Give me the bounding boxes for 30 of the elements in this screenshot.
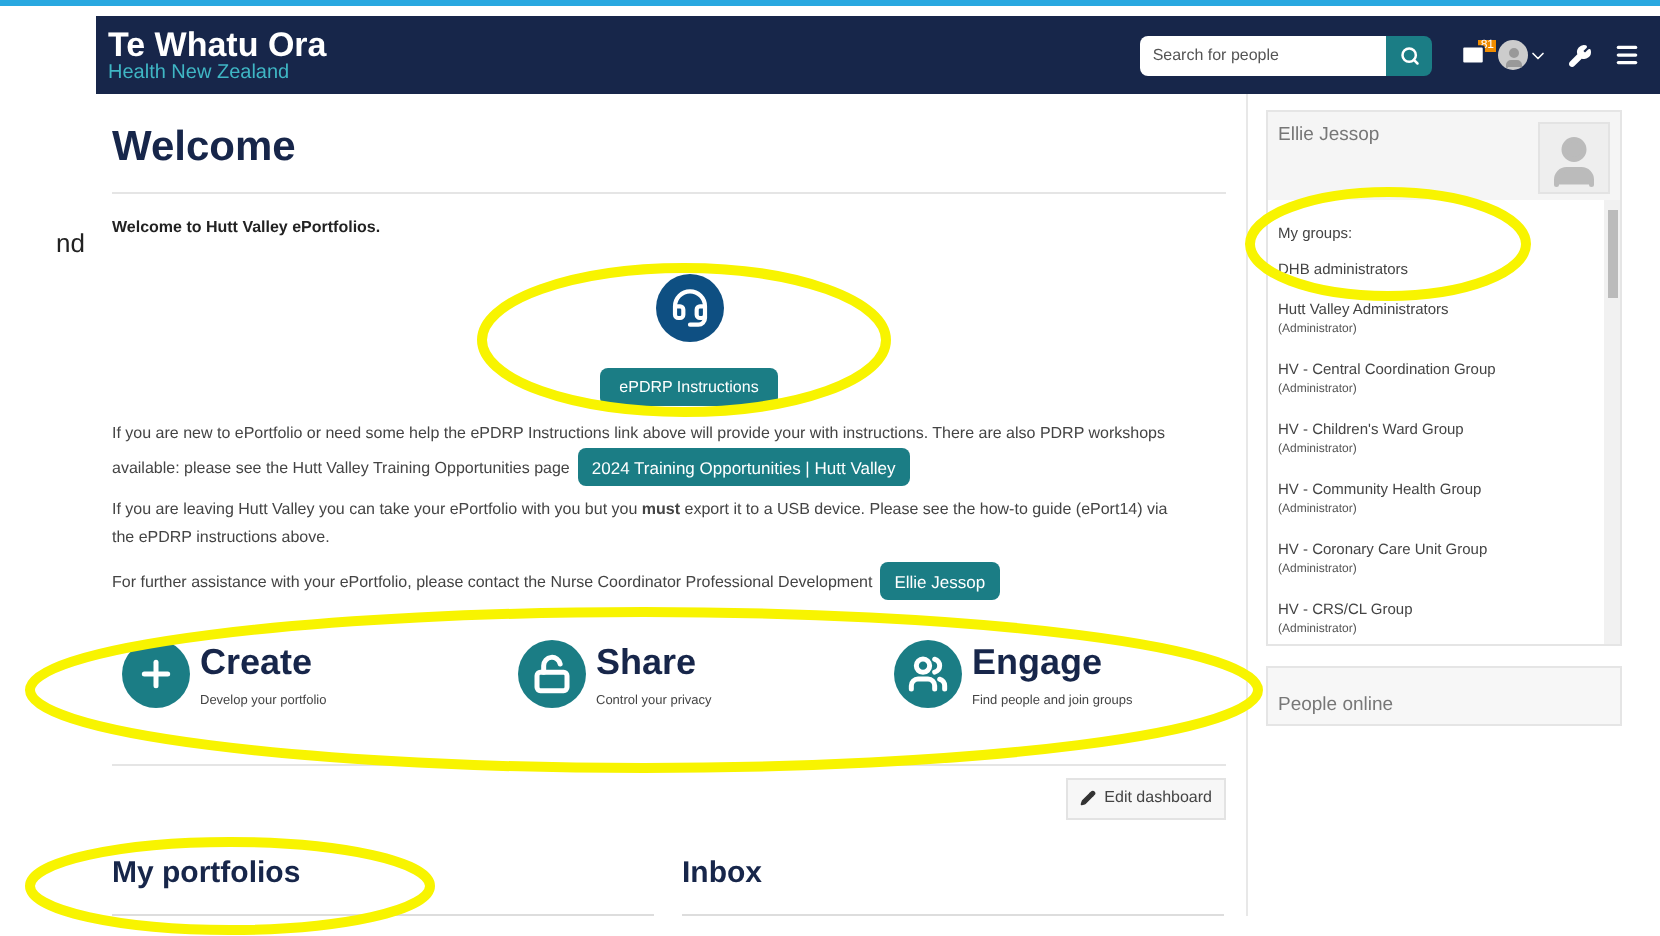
info-paragraph: For further assistance with your ePortfolio, please contact the Nurse Coordinator Professional Development Ellie Jessop — [112, 562, 1182, 600]
section-heading: Inbox — [682, 853, 764, 894]
pencil-icon — [1080, 790, 1097, 807]
user-silhouette-icon — [1538, 122, 1610, 194]
cut-off-text: nd — [56, 226, 85, 262]
instructions-button[interactable]: ePDRP Instructions — [599, 368, 779, 406]
section-heading: My portfolios — [112, 853, 303, 894]
menu-icon[interactable] — [1614, 42, 1640, 68]
info-paragraph: If you are leaving Hutt Valley you can take your ePortfolio with you but you must export it to a USB device. Please see the how-to guide (ePort14) via the ePDRP instructions above. — [112, 498, 1170, 550]
page-title: Welcome — [112, 126, 298, 168]
logo-subtitle: Health New Zealand — [108, 63, 292, 83]
welcome-text: Welcome to Hutt Valley ePortfolios. — [112, 216, 383, 240]
scrollbar[interactable] — [1604, 200, 1620, 644]
feature-title[interactable]: Share — [596, 640, 712, 684]
headset-icon — [655, 274, 723, 342]
wrench-icon[interactable] — [1568, 43, 1592, 67]
avatar-icon[interactable] — [1498, 40, 1528, 70]
info-paragraph: If you are new to ePortfolio or need some help the ePDRP Instructions link above will provide your with instructions. There are also PDRP workshops available: please see the Hutt Valley Training Opportunities page 2024 Training Opportunities | Hutt Valley — [112, 420, 1182, 486]
search-icon — [1399, 45, 1420, 65]
unlocked-padlock-icon — [518, 640, 586, 708]
search-field[interactable]: Search for people — [1140, 35, 1387, 75]
people-icon — [894, 640, 962, 708]
link-button[interactable]: Ellie Jessop — [880, 562, 1000, 600]
logo-title: Te Whatu Ora — [108, 27, 327, 61]
card-title: People online — [1278, 694, 1394, 716]
link-button[interactable]: 2024 Training Opportunities | Hutt Valley — [577, 448, 910, 486]
feature-title[interactable]: Engage — [972, 640, 1133, 684]
edit-dashboard-button[interactable]: Edit dashboard — [1066, 777, 1226, 820]
search-button[interactable] — [1386, 35, 1433, 75]
feature-title[interactable]: Create — [200, 640, 327, 684]
